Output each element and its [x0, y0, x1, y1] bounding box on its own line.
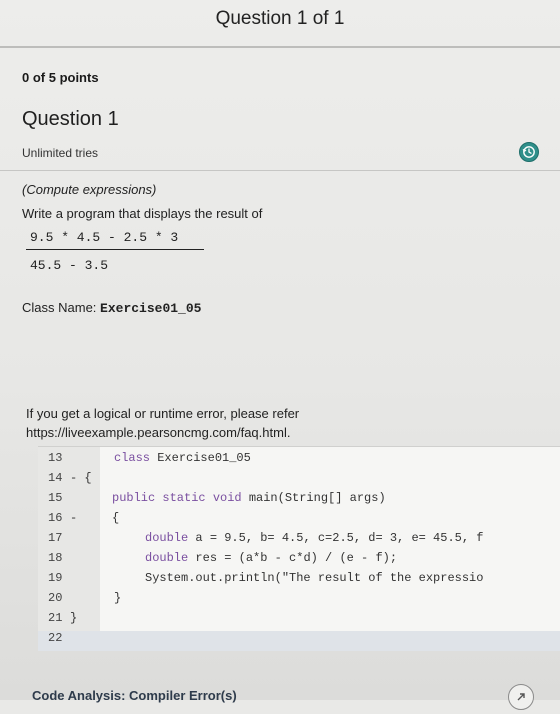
- code-rest: System.out.println("The result of the ex…: [145, 571, 484, 585]
- tries-label: Unlimited tries: [22, 146, 99, 160]
- code-text: double a = 9.5, b= 4.5, c=2.5, d= 3, e= …: [145, 531, 483, 545]
- fold-marker[interactable]: }: [70, 611, 77, 625]
- question-title: Question 1: [22, 108, 119, 130]
- code-keyword: double: [145, 531, 189, 545]
- line-number: 13: [48, 451, 63, 465]
- line-number: 14: [48, 471, 63, 485]
- code-line[interactable]: 15 public static void main(String[] args): [38, 491, 560, 511]
- code-line[interactable]: 16- {: [38, 511, 560, 531]
- code-text: System.out.println("The result of the ex…: [145, 571, 483, 585]
- line-number: 19: [48, 571, 63, 585]
- code-analysis-header[interactable]: Code Analysis: Compiler Error(s): [32, 688, 237, 703]
- code-line[interactable]: 22: [38, 631, 560, 651]
- expression-numerator: 9.5 * 4.5 - 2.5 * 3: [30, 230, 179, 245]
- code-line[interactable]: 19 System.out.println("The result of the …: [38, 571, 560, 591]
- fold-marker[interactable]: -: [70, 511, 77, 525]
- expression-denominator: 45.5 - 3.5: [30, 258, 109, 273]
- code-keyword: public static void: [112, 491, 242, 505]
- class-name-row: Class Name: Exercise01_05: [22, 300, 201, 316]
- line-number: 17: [48, 531, 63, 545]
- code-text: public static void main(String[] args): [112, 491, 386, 505]
- code-line[interactable]: 20}: [38, 591, 560, 611]
- code-rest: main(String[] args): [241, 491, 386, 505]
- code-line[interactable]: 13 class Exercise01_05: [38, 451, 560, 471]
- error-note-text: If you get a logical or runtime error, p…: [26, 406, 300, 421]
- page-title: Question 1 of 1: [215, 8, 345, 29]
- error-note: If you get a logical or runtime error, p…: [26, 404, 299, 442]
- history-icon[interactable]: [519, 142, 539, 162]
- code-rest: }: [114, 591, 122, 605]
- code-rest: Exercise01_05: [150, 451, 251, 465]
- code-keyword: double: [145, 551, 189, 565]
- faq-link[interactable]: https://liveexample.pearsoncmg.com/faq.h…: [26, 423, 299, 442]
- question-divider: [0, 170, 560, 171]
- line-number: 20: [48, 591, 63, 605]
- code-keyword: class: [114, 451, 151, 465]
- score-label: 0 of 5 points: [22, 70, 99, 85]
- code-line[interactable]: 14 - {: [38, 471, 560, 491]
- line-number: 18: [48, 551, 63, 565]
- code-text: }: [114, 591, 121, 605]
- code-rest: res = (a*b - c*d) / (e - f);: [188, 551, 398, 565]
- code-text: class Exercise01_05: [114, 451, 251, 465]
- code-line[interactable]: 17 double a = 9.5, b= 4.5, c=2.5, d= 3, e…: [38, 531, 560, 551]
- line-number: 16: [48, 511, 63, 525]
- header-divider: [0, 46, 560, 48]
- code-editor[interactable]: 13 class Exercise01_05 14- {15 public stati…: [38, 446, 560, 651]
- line-number: 22: [48, 631, 63, 645]
- line-number: 21: [48, 611, 63, 625]
- class-name-label: Class Name:: [22, 300, 97, 315]
- code-text: {: [112, 511, 119, 525]
- question-prompt: Write a program that displays the result…: [22, 206, 263, 221]
- fold-marker[interactable]: - {: [70, 471, 92, 485]
- question-topic: (Compute expressions): [22, 182, 157, 197]
- code-line[interactable]: 18 double res = (a*b - c*d) / (e - f);: [38, 551, 560, 571]
- class-name-value: Exercise01_05: [100, 301, 202, 316]
- code-line[interactable]: 21}: [38, 611, 560, 631]
- code-rest: {: [112, 511, 120, 525]
- code-rest: a = 9.5, b= 4.5, c=2.5, d= 3, e= 45.5, f: [188, 531, 484, 545]
- expand-button[interactable]: [508, 684, 534, 710]
- fraction-bar: [26, 249, 204, 250]
- line-number: 15: [48, 491, 63, 505]
- expand-icon: [517, 693, 525, 701]
- code-text: double res = (a*b - c*d) / (e - f);: [145, 551, 397, 565]
- page: Question 1 of 1 0 of 5 points Question 1…: [0, 0, 560, 710]
